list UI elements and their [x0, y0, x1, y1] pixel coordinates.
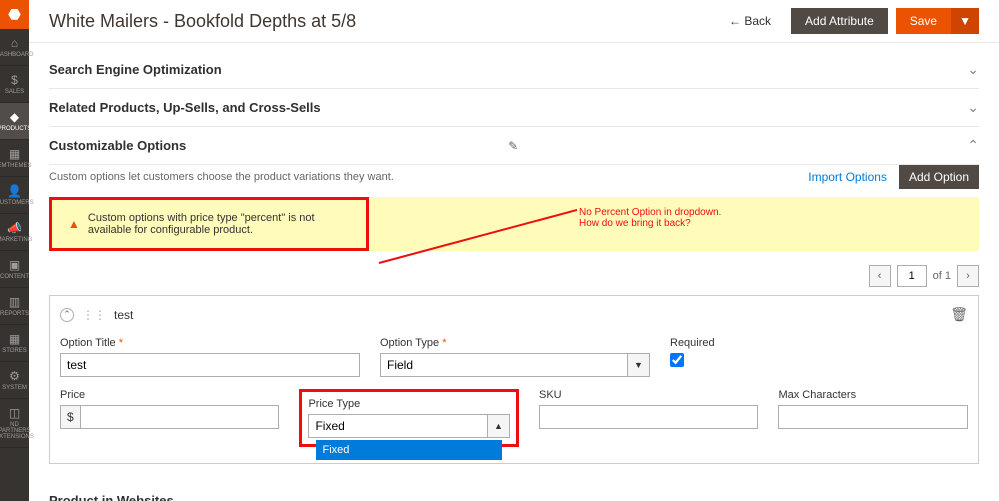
save-button[interactable]: Save — [896, 8, 951, 34]
price-type-highlight: Price Type ▲ Fixed — [299, 389, 519, 447]
option-title-group: Option Title * — [60, 337, 360, 377]
max-chars-input[interactable] — [778, 405, 968, 429]
nav-icon: $ — [11, 73, 18, 87]
nav-customers[interactable]: 👤CUSTOMERS — [0, 177, 29, 214]
option-name: test — [114, 308, 133, 322]
price-type-select[interactable] — [308, 414, 488, 438]
nav-sales[interactable]: $SALES — [0, 66, 29, 103]
nav-icon: ⚙ — [9, 369, 20, 383]
price-type-group: Price Type ▲ Fixed — [308, 398, 510, 438]
currency-prefix: $ — [60, 405, 80, 429]
main-content: White Mailers - Bookfold Depths at 5/8 ←… — [29, 0, 999, 501]
nav-icon: ◫ — [9, 406, 20, 420]
nav-icon: ▥ — [9, 295, 20, 309]
warning-area: ▲ Custom options with price type "percen… — [49, 197, 979, 251]
sku-input[interactable] — [539, 405, 758, 429]
help-text: Custom options let customers choose the … — [49, 165, 394, 189]
dropdown-icon[interactable]: ▼ — [628, 353, 650, 377]
nav-content[interactable]: ▣CONTENT — [0, 251, 29, 288]
page-title: White Mailers - Bookfold Depths at 5/8 — [49, 11, 729, 32]
nav-stores[interactable]: ▦STORES — [0, 325, 29, 362]
option-panel: ⌃ ⋮⋮ test 🗑 Option Title * Option Type *… — [49, 295, 979, 464]
pager-next-button[interactable]: › — [957, 265, 979, 287]
price-type-option-fixed[interactable]: Fixed — [316, 440, 502, 460]
options-toolbar: Custom options let customers choose the … — [49, 165, 979, 197]
nav-nd-partners-extensions[interactable]: ◫ND PARTNERS EXTENSIONS — [0, 399, 29, 448]
edit-icon[interactable]: ✎ — [508, 139, 518, 153]
import-options-link[interactable]: Import Options — [808, 170, 887, 184]
warning-message: ▲ Custom options with price type "percen… — [49, 197, 369, 251]
nav-icon: ▣ — [9, 258, 20, 272]
annotation-text: No Percent Option in dropdown. How do we… — [579, 207, 729, 229]
sku-group: SKU — [539, 389, 758, 447]
nav-dashboard[interactable]: ⌂DASHBOARD — [0, 29, 29, 66]
option-type-select[interactable] — [380, 353, 628, 377]
nav-system[interactable]: ⚙SYSTEM — [0, 362, 29, 399]
pager-of-label: of 1 — [933, 270, 951, 282]
option-type-group: Option Type * ▼ — [380, 337, 650, 377]
collapse-option-icon[interactable]: ⌃ — [60, 308, 74, 322]
nav-icon: ◆ — [10, 110, 19, 124]
expand-icon[interactable]: ⌄ — [967, 492, 979, 501]
annotation-line — [379, 209, 578, 264]
admin-sidebar: ⬣ ⌂DASHBOARD$SALES◆PRODUCTS▦EMTHEMES👤CUS… — [0, 0, 29, 501]
nav-emthemes[interactable]: ▦EMTHEMES — [0, 140, 29, 177]
add-option-button[interactable]: Add Option — [899, 165, 979, 189]
pager-prev-button[interactable]: ‹ — [869, 265, 891, 287]
nav-icon: 👤 — [7, 184, 22, 198]
collapse-icon[interactable]: ⌃ — [967, 137, 979, 154]
required-group: Required — [670, 337, 715, 377]
dropdown-icon[interactable]: ▲ — [488, 414, 510, 438]
warning-icon: ▲ — [68, 217, 80, 231]
nav-icon: ▦ — [9, 332, 20, 346]
pager: ‹ of 1 › — [49, 261, 979, 295]
drag-handle-icon[interactable]: ⋮⋮ — [82, 308, 106, 322]
section-related[interactable]: Related Products, Up-Sells, and Cross-Se… — [49, 89, 979, 127]
magento-logo[interactable]: ⬣ — [0, 0, 29, 29]
section-seo[interactable]: Search Engine Optimization ⌄ — [49, 51, 979, 89]
expand-icon[interactable]: ⌄ — [967, 99, 979, 116]
add-attribute-button[interactable]: Add Attribute — [791, 8, 888, 34]
nav-reports[interactable]: ▥REPORTS — [0, 288, 29, 325]
save-dropdown-button[interactable]: ▼ — [951, 8, 979, 34]
price-group: Price $ — [60, 389, 279, 447]
delete-option-icon[interactable]: 🗑 — [950, 306, 968, 323]
option-header: ⌃ ⋮⋮ test 🗑 — [60, 306, 968, 331]
section-websites[interactable]: Product in Websites ⌄ — [49, 482, 979, 501]
required-checkbox[interactable] — [670, 353, 684, 367]
price-input[interactable] — [80, 405, 280, 429]
pager-page-input[interactable] — [897, 265, 927, 287]
section-customizable-options[interactable]: Customizable Options ✎ ⌃ — [49, 127, 979, 165]
nav-icon: ▦ — [9, 147, 20, 161]
nav-icon: ⌂ — [11, 36, 18, 50]
back-button[interactable]: ← Back — [729, 14, 771, 28]
nav-products[interactable]: ◆PRODUCTS — [0, 103, 29, 140]
page-header: White Mailers - Bookfold Depths at 5/8 ←… — [29, 0, 999, 43]
max-chars-group: Max Characters — [778, 389, 968, 447]
content-area: Search Engine Optimization ⌄ Related Pro… — [29, 43, 999, 501]
nav-marketing[interactable]: 📣MARKETING — [0, 214, 29, 251]
expand-icon[interactable]: ⌄ — [967, 61, 979, 78]
nav-icon: 📣 — [7, 221, 22, 235]
option-title-input[interactable] — [60, 353, 360, 377]
